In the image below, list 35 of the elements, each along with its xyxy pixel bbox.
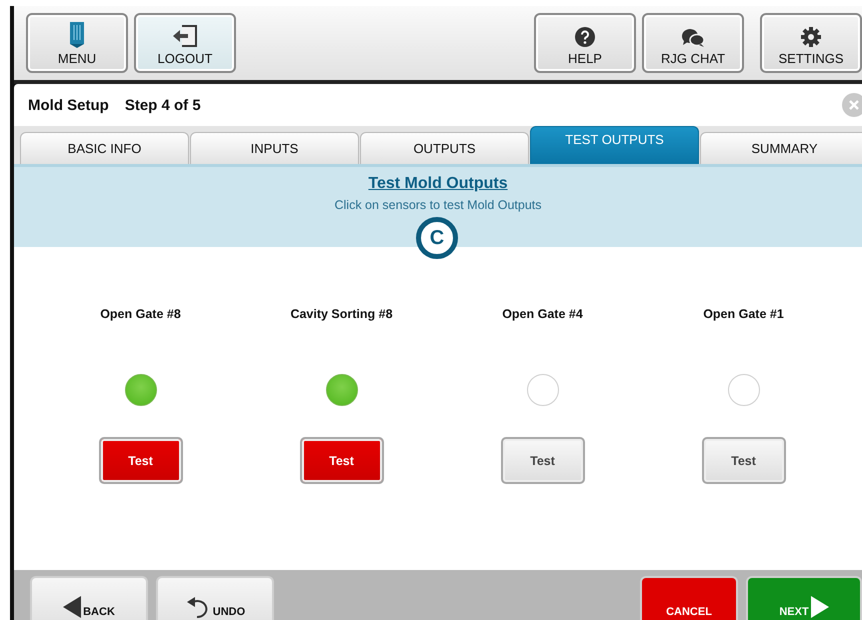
- tab[interactable]: TEST OUTPUTS: [530, 126, 699, 164]
- instruction-text: Click on sensors to test Mold Outputs: [334, 198, 542, 212]
- back-arrow-icon: [63, 596, 82, 618]
- close-button[interactable]: [842, 93, 862, 117]
- next-arrow-icon: [810, 596, 829, 618]
- output-name: Open Gate #1: [703, 307, 784, 323]
- tab[interactable]: INPUTS: [190, 132, 359, 164]
- test-button[interactable]: Test: [98, 437, 182, 484]
- chat-icon: [680, 26, 706, 48]
- settings-icon: [800, 26, 822, 48]
- settings-button[interactable]: SETTINGS: [760, 13, 862, 73]
- logout-button[interactable]: LOGOUT: [134, 13, 236, 73]
- undo-button[interactable]: UNDO: [156, 576, 274, 620]
- callout-marker: C: [416, 217, 458, 259]
- menu-icon: [70, 22, 84, 48]
- test-button[interactable]: Test: [300, 437, 384, 484]
- test-button[interactable]: Test: [500, 437, 584, 484]
- back-button[interactable]: BACK: [30, 576, 148, 620]
- output-name: Open Gate #8: [100, 307, 181, 323]
- step-label: Step 4 of 5: [124, 96, 201, 114]
- tab[interactable]: SUMMARY: [700, 132, 862, 164]
- next-button[interactable]: NEXT: [746, 576, 862, 620]
- menu-button[interactable]: MENU: [26, 13, 128, 73]
- close-icon: [849, 100, 859, 110]
- page-title: Mold Setup: [28, 96, 109, 114]
- output-name: Open Gate #4: [502, 307, 583, 323]
- test-button[interactable]: Test: [702, 437, 786, 484]
- section-title-link[interactable]: Test Mold Outputs: [368, 175, 508, 193]
- output-name: Cavity Sorting #8: [290, 307, 393, 323]
- help-button[interactable]: HELP: [534, 13, 636, 73]
- tab[interactable]: OUTPUTS: [360, 132, 529, 164]
- tab[interactable]: BASIC INFO: [20, 132, 189, 164]
- chat-button[interactable]: RJG CHAT: [642, 13, 744, 73]
- help-icon: [574, 26, 596, 48]
- cancel-button[interactable]: CANCEL: [640, 576, 738, 620]
